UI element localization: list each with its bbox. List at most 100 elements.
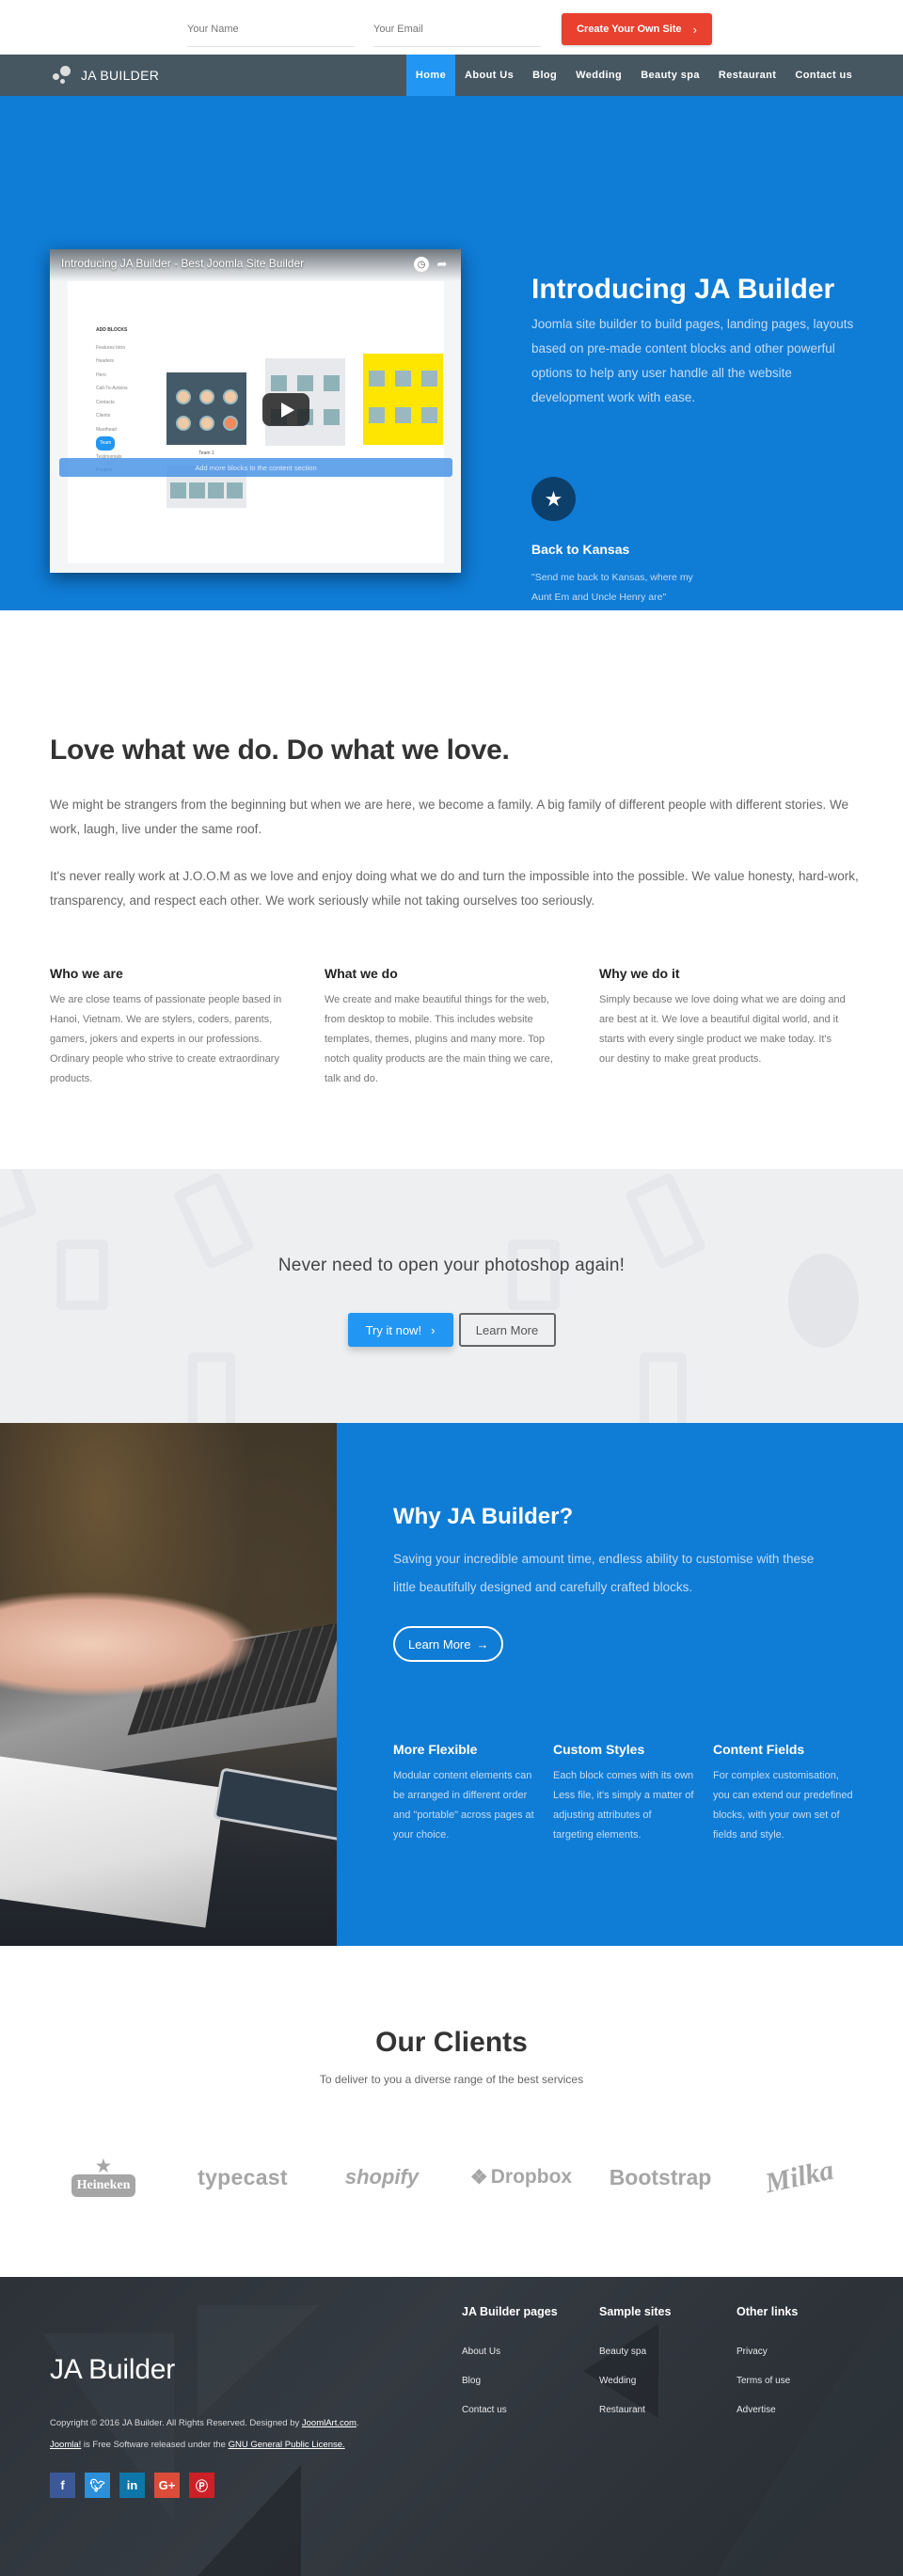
- footer-col-other: Other links Privacy Terms of use Adverti…: [737, 2305, 874, 2425]
- learn-more-button[interactable]: Learn More: [458, 1313, 556, 1347]
- footer-link-beauty-spa[interactable]: Beauty spa: [599, 2337, 737, 2366]
- bg-device-shape: [188, 1352, 235, 1423]
- feature-quote: "Send me back to Kansas, where my Aunt E…: [531, 572, 693, 603]
- email-input[interactable]: [373, 17, 541, 47]
- video-frame-builder-ui: ADD BLOCKS Features Intro Headers Hero C…: [68, 281, 444, 563]
- feature-title: Custom Styles: [553, 1742, 645, 1757]
- nav-beauty-spa[interactable]: Beauty spa: [631, 55, 709, 96]
- main-navbar: JA BUILDER Home About Us Blog Wedding Be…: [0, 55, 903, 96]
- video-sidebar-item: Features Intro: [96, 344, 126, 351]
- dropbox-box-icon: ❖: [469, 2166, 488, 2189]
- star-icon: ★: [95, 2157, 112, 2175]
- footer-link-contact-us[interactable]: Contact us: [462, 2395, 599, 2425]
- video-sidebar-item: Masthead: [96, 426, 117, 433]
- about-columns: Who we are We are close teams of passion…: [50, 966, 874, 1089]
- hero-description: Joomla site builder to build pages, land…: [531, 317, 854, 404]
- footer-col-title: Sample sites: [599, 2305, 672, 2318]
- social-links: f 🐦︎ in G+ Ⓟ: [50, 2473, 214, 2498]
- column-text: We are close teams of passionate people …: [50, 994, 282, 1084]
- play-button[interactable]: [262, 393, 309, 426]
- hero-feature: ★ Back to Kansas "Send me back to Kansas…: [531, 477, 701, 608]
- footer-link-terms[interactable]: Terms of use: [737, 2366, 874, 2395]
- footer-link-blog[interactable]: Blog: [462, 2366, 599, 2395]
- about-column-what: What we do We create and make beautiful …: [325, 966, 599, 1089]
- feature-text: For complex customisation, you can exten…: [713, 1770, 853, 1841]
- heineken-logo[interactable]: ★ Heineken: [47, 2157, 160, 2197]
- joomla-link[interactable]: Joomla!: [50, 2440, 81, 2450]
- watch-later-icon[interactable]: ◷: [414, 257, 429, 272]
- about-title: Love what we do. Do what we love.: [50, 735, 510, 766]
- feature-title: Back to Kansas: [531, 542, 630, 557]
- main-menu: Home About Us Blog Wedding Beauty spa Re…: [406, 55, 862, 96]
- nav-home[interactable]: Home: [406, 55, 455, 96]
- laptop-typing-photo: [0, 1423, 337, 1946]
- cta-heading: Never need to open your photoshop again!: [277, 1256, 626, 1275]
- bootstrap-logo[interactable]: Bootstrap: [604, 2165, 717, 2190]
- footer-col-pages: JA Builder pages About Us Blog Contact u…: [462, 2305, 599, 2425]
- footer-link-wedding[interactable]: Wedding: [599, 2366, 737, 2395]
- hero-section: ADD BLOCKS Features Intro Headers Hero C…: [0, 96, 903, 610]
- heineken-wordmark: Heineken: [71, 2174, 136, 2197]
- team-block-thumb-dark: [166, 372, 246, 445]
- footer-col-title: JA Builder pages: [462, 2305, 558, 2318]
- video-sidebar-item: Contacts: [96, 399, 115, 405]
- why-description: Saving your incredible amount time, endl…: [393, 1552, 815, 1594]
- why-learn-more-button[interactable]: Learn More →: [393, 1626, 504, 1662]
- about-paragraph: It's never really work at J.O.O.M as we …: [50, 869, 859, 908]
- clients-title: Our Clients: [375, 2027, 528, 2058]
- video-sidebar-heading: ADD BLOCKS: [96, 327, 128, 333]
- team-block-thumb-yellow: [363, 354, 443, 445]
- create-site-button[interactable]: Create Your Own Site ›: [562, 13, 712, 45]
- linkedin-icon[interactable]: in: [119, 2473, 145, 2498]
- gpl-link[interactable]: GNU General Public License.: [229, 2440, 345, 2450]
- video-title[interactable]: Introducing JA Builder - Best Joomla Sit…: [61, 257, 304, 270]
- footer-link-restaurant[interactable]: Restaurant: [599, 2395, 737, 2425]
- hero-text: Introducing JA Builder Joomla site build…: [531, 271, 856, 410]
- bg-polygon: [198, 2305, 320, 2418]
- twitter-icon[interactable]: 🐦︎: [85, 2473, 110, 2498]
- site-logo[interactable]: JA BUILDER: [53, 66, 159, 85]
- nav-about-us[interactable]: About Us: [455, 55, 523, 96]
- clients-subtitle: To deliver to you a diverse range of the…: [319, 2073, 584, 2086]
- dropbox-logo[interactable]: ❖ Dropbox: [465, 2166, 578, 2189]
- hero-title: Introducing JA Builder: [531, 274, 835, 305]
- intro-video-player[interactable]: ADD BLOCKS Features Intro Headers Hero C…: [50, 249, 461, 573]
- bg-device-shape: [640, 1352, 687, 1423]
- feature-title: More Flexible: [393, 1742, 478, 1757]
- about-section: Love what we do. Do what we love. We mig…: [0, 610, 903, 1169]
- column-text: Simply because we love doing what we are…: [599, 994, 846, 1065]
- joomlart-link[interactable]: JoomlArt.com: [302, 2418, 356, 2428]
- video-sidebar-item: Clients: [96, 413, 111, 419]
- signup-bar: Create Your Own Site ›: [0, 0, 903, 55]
- shopify-logo[interactable]: shopify: [325, 2165, 438, 2189]
- try-it-now-button[interactable]: Try it now! ›: [347, 1313, 453, 1347]
- pinterest-icon[interactable]: Ⓟ: [189, 2473, 214, 2498]
- typecast-logo[interactable]: typecast: [186, 2165, 299, 2190]
- footer-link-about-us[interactable]: About Us: [462, 2337, 599, 2366]
- thumb-label: Team 1: [198, 450, 214, 456]
- nav-restaurant[interactable]: Restaurant: [709, 55, 785, 96]
- about-paragraph: We might be strangers from the beginning…: [50, 798, 848, 836]
- video-sidebar-item-selected: Team: [96, 436, 116, 450]
- name-input[interactable]: [187, 17, 355, 47]
- footer-brand: JA Builder: [50, 2354, 176, 2385]
- feature-more-flexible: More Flexible Modular content elements c…: [393, 1742, 553, 1845]
- why-title: Why JA Builder?: [393, 1504, 574, 1529]
- facebook-icon[interactable]: f: [50, 2473, 75, 2498]
- footer-link-privacy[interactable]: Privacy: [737, 2337, 874, 2366]
- footer-link-advertise[interactable]: Advertise: [737, 2395, 874, 2425]
- google-plus-icon[interactable]: G+: [154, 2473, 180, 2498]
- milka-logo[interactable]: Milka: [741, 2150, 858, 2205]
- column-text: We create and make beautiful things for …: [325, 994, 553, 1084]
- chevron-right-icon: ›: [431, 1322, 436, 1337]
- nav-blog[interactable]: Blog: [523, 55, 566, 96]
- nav-wedding[interactable]: Wedding: [566, 55, 631, 96]
- about-column-why: Why we do it Simply because we love doin…: [599, 966, 874, 1089]
- logo-text: JA BUILDER: [81, 68, 160, 83]
- feature-custom-styles: Custom Styles Each block comes with its …: [553, 1742, 713, 1845]
- share-icon[interactable]: ➦: [435, 257, 450, 272]
- feature-content-fields: Content Fields For complex customisation…: [713, 1742, 873, 1845]
- why-text: Why JA Builder? Saving your incredible a…: [393, 1504, 835, 1662]
- nav-contact-us[interactable]: Contact us: [785, 55, 862, 96]
- feature-text: Each block comes with its own Less file,…: [553, 1770, 694, 1841]
